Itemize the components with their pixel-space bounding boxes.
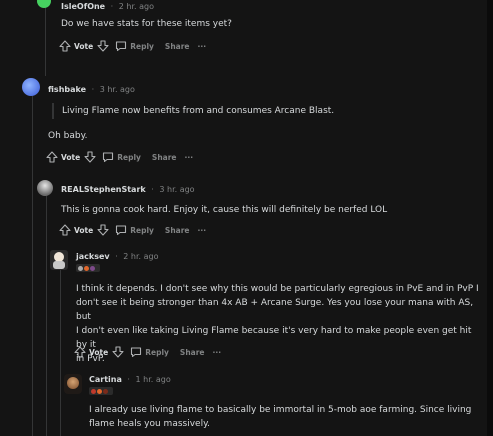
comment-time: 2 hr. ago	[118, 2, 154, 11]
comment-line: I think it depends. I don't see why this…	[76, 284, 479, 294]
upvote-icon[interactable]	[46, 151, 58, 163]
comment-line: I already use living flame to basically …	[89, 405, 472, 415]
comment-author[interactable]: fishbake · 3 hr. ago	[48, 85, 135, 94]
author-name[interactable]: jacksev	[76, 252, 110, 261]
comment-actions: Vote Reply Share ···	[74, 346, 221, 358]
downvote-icon[interactable]	[112, 346, 124, 358]
comment-body: Do we have stats for these items yet?	[61, 17, 232, 31]
share-button[interactable]: Share	[180, 348, 205, 357]
quote-bar	[52, 103, 54, 119]
reply-button[interactable]: Reply	[117, 153, 141, 162]
comment-actions: Vote Reply Share ···	[59, 40, 206, 52]
comment-line: This is gonna cook hard. Enjoy it, cause…	[61, 205, 388, 215]
share-button[interactable]: Share	[152, 153, 177, 162]
thread-line[interactable]	[45, 0, 46, 76]
comment-actions: Vote Reply Share ···	[46, 151, 193, 163]
comment-body: This is gonna cook hard. Enjoy it, cause…	[61, 203, 387, 217]
comment-author[interactable]: IsleOfOne · 2 hr. ago	[61, 2, 154, 11]
reply-button[interactable]: Reply	[145, 348, 169, 357]
avatar[interactable]	[22, 78, 40, 96]
author-name[interactable]: IsleOfOne	[61, 2, 105, 11]
share-button[interactable]: Share	[165, 42, 190, 51]
comment-quote: Living Flame now benefits from and consu…	[62, 104, 334, 118]
downvote-icon[interactable]	[84, 151, 96, 163]
quote-text: Living Flame now benefits from and consu…	[62, 106, 335, 116]
user-flair	[76, 264, 100, 272]
vote-label: Vote	[89, 347, 109, 357]
comment-time: 1 hr. ago	[135, 375, 171, 384]
reply-icon[interactable]	[115, 40, 127, 52]
upvote-icon[interactable]	[59, 40, 71, 52]
more-icon[interactable]: ···	[198, 226, 207, 235]
more-icon[interactable]: ···	[185, 153, 194, 162]
comment-author[interactable]: Cartina · 1 hr. ago	[89, 375, 171, 384]
share-button[interactable]: Share	[165, 226, 190, 235]
user-flair	[89, 387, 113, 395]
avatar[interactable]	[50, 250, 68, 270]
upvote-icon[interactable]	[59, 224, 71, 236]
more-icon[interactable]: ···	[213, 348, 222, 357]
comment-author[interactable]: jacksev · 2 hr. ago	[76, 252, 158, 261]
upvote-icon[interactable]	[74, 346, 86, 358]
reply-icon[interactable]	[102, 151, 114, 163]
comment-line: Oh baby.	[48, 131, 88, 141]
comment-body: I already use living flame to basically …	[89, 403, 479, 431]
comment-time: 3 hr. ago	[159, 185, 195, 194]
avatar[interactable]	[64, 374, 82, 394]
comment-time: 2 hr. ago	[123, 252, 159, 261]
comment-line: flame heals you massively.	[89, 419, 210, 429]
avatar[interactable]	[37, 0, 51, 8]
author-name[interactable]: fishbake	[48, 85, 86, 94]
thread-line[interactable]	[46, 196, 47, 436]
author-name[interactable]: REALStephenStark	[61, 185, 146, 194]
comment-author[interactable]: REALStephenStark · 3 hr. ago	[61, 185, 195, 194]
comment-line: Do we have stats for these items yet?	[61, 19, 232, 29]
comment-time: 3 hr. ago	[99, 85, 135, 94]
downvote-icon[interactable]	[97, 224, 109, 236]
thread-line[interactable]	[60, 268, 61, 436]
downvote-icon[interactable]	[97, 40, 109, 52]
reply-button[interactable]: Reply	[130, 42, 154, 51]
author-name[interactable]: Cartina	[89, 375, 122, 384]
vote-label: Vote	[74, 225, 94, 235]
comment-body: Oh baby.	[48, 129, 88, 143]
vote-label: Vote	[61, 152, 81, 162]
more-icon[interactable]: ···	[198, 42, 207, 51]
reply-icon[interactable]	[115, 224, 127, 236]
thread-line[interactable]	[32, 96, 33, 436]
comment-line: don't see it being stronger than 4x AB +…	[76, 298, 474, 322]
avatar[interactable]	[37, 180, 53, 196]
reply-button[interactable]: Reply	[130, 226, 154, 235]
vote-label: Vote	[74, 41, 94, 51]
page-edge	[487, 0, 493, 436]
reply-icon[interactable]	[130, 346, 142, 358]
comment-actions: Vote Reply Share ···	[59, 224, 206, 236]
